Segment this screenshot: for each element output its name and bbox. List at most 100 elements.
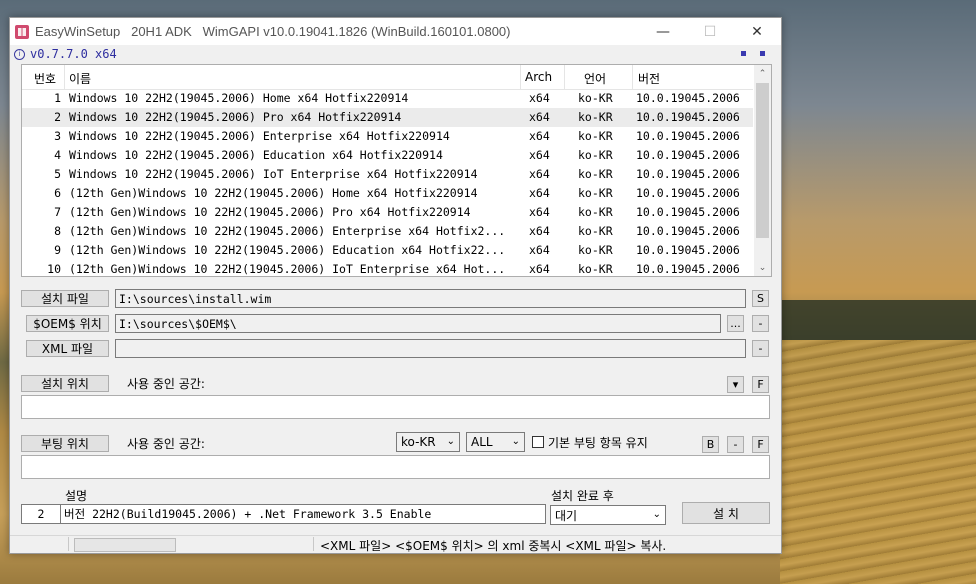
cell-ver: 10.0.19045.2006 bbox=[636, 91, 740, 105]
oem-clear-button[interactable]: - bbox=[752, 315, 769, 332]
boot-lang-select[interactable]: ko-KR ⌄ bbox=[396, 432, 460, 452]
cell-ver: 10.0.19045.2006 bbox=[636, 262, 740, 276]
chevron-down-icon: ⌄ bbox=[652, 509, 661, 520]
list-item[interactable]: 3 Windows 10 22H2(19045.2006) Enterprise … bbox=[22, 127, 753, 146]
oem-path-field[interactable]: I:\sources\$OEM$\ bbox=[115, 314, 721, 333]
cell-name: Windows 10 22H2(19045.2006) Education x6… bbox=[69, 148, 443, 162]
install-target-dropdown[interactable]: ▾ bbox=[727, 376, 744, 393]
status-message: <XML 파일> <$OEM$ 위치> 의 xml 중복시 <XML 파일> 복… bbox=[320, 539, 667, 553]
list-item[interactable]: 4 Windows 10 22H2(19045.2006) Education x… bbox=[22, 146, 753, 165]
cell-name: (12th Gen)Windows 10 22H2(19045.2006) Pr… bbox=[69, 205, 471, 219]
xml-file-button[interactable]: XML 파일 bbox=[26, 340, 109, 357]
cell-arch: x64 bbox=[529, 243, 550, 257]
scroll-thumb[interactable] bbox=[756, 83, 769, 238]
cell-no: 6 bbox=[54, 186, 61, 200]
xml-clear-button[interactable]: - bbox=[752, 340, 769, 357]
header-name[interactable]: 이름 bbox=[69, 70, 91, 87]
image-list[interactable]: 번호 이름 Arch 언어 버전 1 Windows 10 22H2(19045.… bbox=[21, 64, 772, 277]
cell-no: 8 bbox=[54, 224, 61, 238]
header-lang[interactable]: 언어 bbox=[584, 70, 606, 87]
window-title: EasyWinSetup 20H1 ADK WimGAPI v10.0.1904… bbox=[35, 24, 511, 39]
boot-target-button[interactable]: 부팅 위치 bbox=[21, 435, 109, 452]
cell-ver: 10.0.19045.2006 bbox=[636, 243, 740, 257]
boot-f-button[interactable]: F bbox=[752, 436, 769, 453]
cell-ver: 10.0.19045.2006 bbox=[636, 186, 740, 200]
after-install-select[interactable]: 대기 ⌄ bbox=[550, 505, 666, 525]
cell-ver: 10.0.19045.2006 bbox=[636, 110, 740, 124]
cell-name: (12th Gen)Windows 10 22H2(19045.2006) Ed… bbox=[69, 243, 506, 257]
description-label: 설명 bbox=[65, 489, 88, 503]
easywinsetup-window: EasyWinSetup 20H1 ADK WimGAPI v10.0.1904… bbox=[9, 17, 782, 554]
scroll-up-icon[interactable]: ⌃ bbox=[754, 65, 771, 82]
minimize-button[interactable]: — bbox=[640, 18, 686, 45]
description-index: 2 bbox=[21, 504, 61, 524]
cell-no: 5 bbox=[54, 167, 61, 181]
cell-no: 2 bbox=[54, 110, 61, 124]
list-scrollbar[interactable]: ⌃ ⌄ bbox=[754, 65, 771, 276]
cell-no: 10 bbox=[47, 262, 61, 276]
keep-default-boot-label: 기본 부팅 항목 유지 bbox=[548, 436, 648, 450]
install-target-box[interactable] bbox=[21, 395, 770, 419]
boot-target-box[interactable] bbox=[21, 455, 770, 479]
install-button[interactable]: 설 치 bbox=[682, 502, 770, 524]
cell-lang: ko-KR bbox=[578, 110, 613, 124]
cell-no: 9 bbox=[54, 243, 61, 257]
list-item[interactable]: 1 Windows 10 22H2(19045.2006) Home x64 Ho… bbox=[22, 89, 753, 108]
install-space-label: 사용 중인 공간: bbox=[127, 377, 205, 391]
cell-lang: ko-KR bbox=[578, 205, 613, 219]
cell-arch: x64 bbox=[529, 224, 550, 238]
maximize-button[interactable]: ☐ bbox=[687, 18, 733, 45]
list-header: 번호 이름 Arch 언어 버전 bbox=[22, 65, 753, 90]
cell-ver: 10.0.19045.2006 bbox=[636, 205, 740, 219]
list-item[interactable]: 9 (12th Gen)Windows 10 22H2(19045.2006) E… bbox=[22, 241, 753, 260]
info-icon: i bbox=[14, 48, 25, 60]
cell-arch: x64 bbox=[529, 148, 550, 162]
cell-lang: ko-KR bbox=[578, 262, 613, 276]
cell-no: 3 bbox=[54, 129, 61, 143]
install-file-s-button[interactable]: S bbox=[752, 290, 769, 307]
cell-arch: x64 bbox=[529, 110, 550, 124]
cell-arch: x64 bbox=[529, 129, 550, 143]
list-item[interactable]: 10 (12th Gen)Windows 10 22H2(19045.2006) … bbox=[22, 260, 753, 276]
install-file-button[interactable]: 설치 파일 bbox=[21, 290, 109, 307]
boot-minus-button[interactable]: - bbox=[727, 436, 744, 453]
oem-path-button[interactable]: $OEM$ 위치 bbox=[26, 315, 109, 332]
cell-lang: ko-KR bbox=[578, 129, 613, 143]
cell-lang: ko-KR bbox=[578, 167, 613, 181]
chevron-down-icon: ⌄ bbox=[511, 436, 520, 447]
version-bar: i v0.7.7.0 x64 bbox=[10, 45, 781, 63]
oem-browse-button[interactable]: ... bbox=[727, 315, 744, 332]
boot-space-label: 사용 중인 공간: bbox=[127, 437, 205, 451]
app-icon bbox=[15, 24, 29, 39]
cell-name: Windows 10 22H2(19045.2006) Pro x64 Hotf… bbox=[69, 110, 402, 124]
header-ver[interactable]: 버전 bbox=[638, 70, 660, 87]
list-item[interactable]: 7 (12th Gen)Windows 10 22H2(19045.2006) P… bbox=[22, 203, 753, 222]
keep-default-boot-checkbox[interactable] bbox=[532, 436, 544, 448]
install-file-field[interactable]: I:\sources\install.wim bbox=[115, 289, 746, 308]
progress-bar bbox=[74, 538, 176, 552]
menu-dot-1[interactable] bbox=[741, 51, 746, 56]
scroll-down-icon[interactable]: ⌄ bbox=[754, 259, 771, 276]
after-install-label: 설치 완료 후 bbox=[551, 489, 614, 503]
install-target-f-button[interactable]: F bbox=[752, 376, 769, 393]
cell-lang: ko-KR bbox=[578, 186, 613, 200]
list-item[interactable]: 8 (12th Gen)Windows 10 22H2(19045.2006) E… bbox=[22, 222, 753, 241]
list-item[interactable]: 6 (12th Gen)Windows 10 22H2(19045.2006) H… bbox=[22, 184, 753, 203]
cell-arch: x64 bbox=[529, 167, 550, 181]
list-item[interactable]: 2 Windows 10 22H2(19045.2006) Pro x64 Hot… bbox=[22, 108, 753, 127]
boot-b-button[interactable]: B bbox=[702, 436, 719, 453]
cell-ver: 10.0.19045.2006 bbox=[636, 129, 740, 143]
xml-file-field[interactable] bbox=[115, 339, 746, 358]
boot-scope-select[interactable]: ALL ⌄ bbox=[466, 432, 525, 452]
menu-dot-2[interactable] bbox=[760, 51, 765, 56]
cell-arch: x64 bbox=[529, 205, 550, 219]
title-bar[interactable]: EasyWinSetup 20H1 ADK WimGAPI v10.0.1904… bbox=[10, 18, 781, 45]
list-item[interactable]: 5 Windows 10 22H2(19045.2006) IoT Enterpr… bbox=[22, 165, 753, 184]
close-button[interactable]: ✕ bbox=[734, 18, 780, 45]
cell-lang: ko-KR bbox=[578, 148, 613, 162]
cell-arch: x64 bbox=[529, 91, 550, 105]
header-no[interactable]: 번호 bbox=[34, 70, 56, 87]
install-target-button[interactable]: 설치 위치 bbox=[21, 375, 109, 392]
cell-name: (12th Gen)Windows 10 22H2(19045.2006) En… bbox=[69, 224, 506, 238]
header-arch[interactable]: Arch bbox=[525, 70, 552, 84]
